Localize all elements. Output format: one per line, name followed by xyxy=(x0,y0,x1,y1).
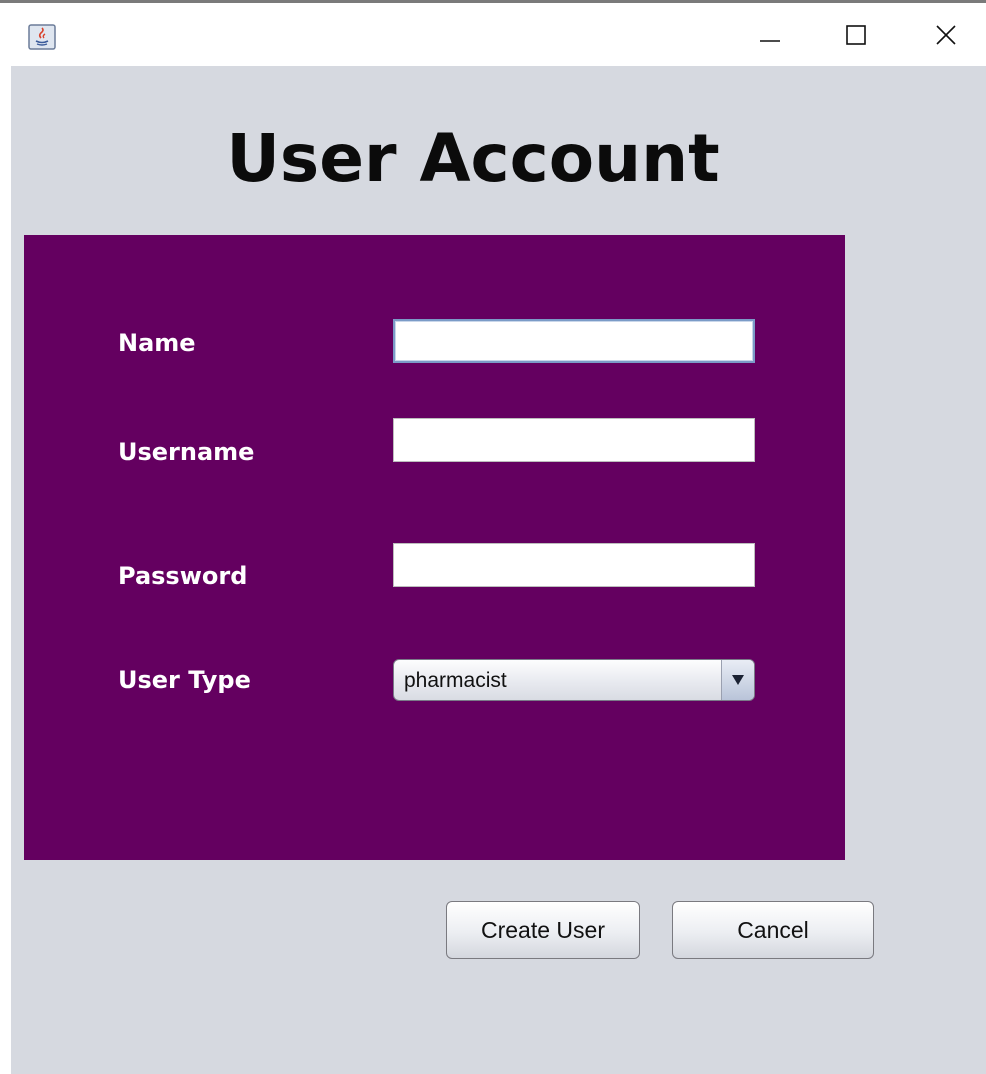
close-button[interactable] xyxy=(922,15,970,59)
minimize-icon xyxy=(759,24,781,50)
maximize-icon xyxy=(845,24,867,50)
cancel-button[interactable]: Cancel xyxy=(672,901,874,959)
username-label: Username xyxy=(118,438,255,466)
dropdown-arrow-button[interactable] xyxy=(721,660,754,700)
name-input[interactable] xyxy=(393,319,755,363)
dialog-content: User Account Name Username Password User… xyxy=(11,66,986,1074)
password-input[interactable] xyxy=(393,543,755,587)
user-form-panel: Name Username Password User Type pharmac… xyxy=(24,235,845,860)
user-type-selected-value: pharmacist xyxy=(404,669,507,692)
create-user-button[interactable]: Create User xyxy=(446,901,640,959)
minimize-button[interactable] xyxy=(746,15,794,59)
user-type-select[interactable]: pharmacist xyxy=(393,659,755,701)
close-icon xyxy=(934,23,958,51)
java-app-icon xyxy=(28,24,56,50)
name-label: Name xyxy=(118,329,196,357)
page-title: User Account xyxy=(226,120,720,197)
password-label: Password xyxy=(118,562,248,590)
user-type-label: User Type xyxy=(118,666,251,694)
chevron-down-icon xyxy=(731,671,745,690)
username-input[interactable] xyxy=(393,418,755,462)
window-titlebar[interactable] xyxy=(0,3,986,66)
maximize-button[interactable] xyxy=(832,15,880,59)
